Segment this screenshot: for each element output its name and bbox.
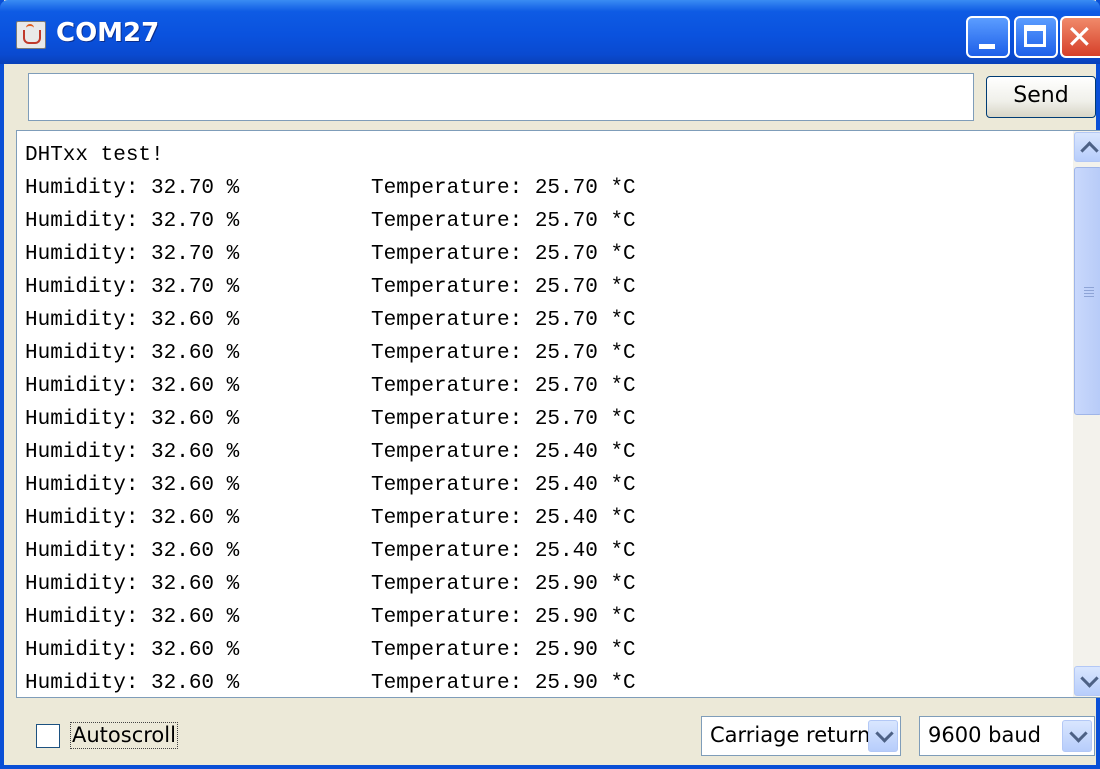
- humidity-reading: Humidity: 32.60 %: [25, 474, 240, 497]
- temperature-reading: Temperature: 25.70 *C: [371, 342, 636, 365]
- humidity-reading: Humidity: 32.60 %: [25, 672, 240, 695]
- serial-line: Humidity: 32.60 % Temperature: 25.90 *C: [25, 568, 1065, 601]
- humidity-reading: Humidity: 32.60 %: [25, 507, 240, 530]
- line-ending-value: Carriage return: [710, 723, 871, 747]
- baud-rate-select[interactable]: 9600 baud: [919, 716, 1095, 756]
- minimize-button[interactable]: [966, 16, 1010, 58]
- scroll-down-button[interactable]: [1074, 666, 1100, 696]
- serial-monitor-window: COM27 ✕ Send DHTxx test! Humidity: 32.70 …: [0, 0, 1100, 769]
- humidity-reading: Humidity: 32.60 %: [25, 342, 240, 365]
- serial-line: Humidity: 32.60 % Temperature: 25.70 *C: [25, 403, 1065, 436]
- humidity-reading: Humidity: 32.60 %: [25, 573, 240, 596]
- serial-line: Humidity: 32.60 % Temperature: 25.70 *C: [25, 304, 1065, 337]
- humidity-reading: Humidity: 32.70 %: [25, 210, 240, 233]
- humidity-reading: Humidity: 32.70 %: [25, 177, 240, 200]
- serial-line: Humidity: 32.60 % Temperature: 25.90 *C: [25, 634, 1065, 667]
- serial-line: Humidity: 32.70 % Temperature: 25.70 *C: [25, 205, 1065, 238]
- chevron-down-icon: [875, 724, 894, 743]
- java-cup-icon[interactable]: [16, 21, 46, 49]
- serial-line: Humidity: 32.60 % Temperature: 25.70 *C: [25, 370, 1065, 403]
- serial-line: Humidity: 32.60 % Temperature: 25.70 *C: [25, 337, 1065, 370]
- humidity-reading: Humidity: 32.70 %: [25, 243, 240, 266]
- line-ending-dropdown-button[interactable]: [868, 720, 898, 752]
- temperature-reading: Temperature: 25.70 *C: [371, 177, 636, 200]
- temperature-reading: Temperature: 25.70 *C: [371, 243, 636, 266]
- temperature-reading: Temperature: 25.70 *C: [371, 309, 636, 332]
- chevron-up-icon: [1080, 141, 1099, 160]
- line-ending-select[interactable]: Carriage return: [701, 716, 901, 756]
- baud-rate-dropdown-button[interactable]: [1062, 720, 1092, 752]
- minimize-icon: [979, 44, 995, 49]
- maximize-icon: [1024, 25, 1046, 47]
- serial-line: Humidity: 32.60 % Temperature: 25.40 *C: [25, 535, 1065, 568]
- humidity-reading: Humidity: 32.60 %: [25, 309, 240, 332]
- temperature-reading: Temperature: 25.70 *C: [371, 375, 636, 398]
- temperature-reading: Temperature: 25.40 *C: [371, 507, 636, 530]
- humidity-reading: Humidity: 32.60 %: [25, 441, 240, 464]
- serial-line: Humidity: 32.60 % Temperature: 25.90 *C: [25, 601, 1065, 634]
- window-title: COM27: [56, 18, 160, 48]
- serial-output-area[interactable]: DHTxx test! Humidity: 32.70 % Temperature:…: [16, 130, 1100, 698]
- serial-line: Humidity: 32.60 % Temperature: 25.40 *C: [25, 436, 1065, 469]
- close-icon: ✕: [1066, 18, 1093, 56]
- serial-line: Humidity: 32.70 % Temperature: 25.70 *C: [25, 172, 1065, 205]
- vertical-scrollbar[interactable]: [1073, 131, 1100, 697]
- autoscroll-checkbox[interactable]: [36, 724, 60, 748]
- serial-line: Humidity: 32.70 % Temperature: 25.70 *C: [25, 238, 1065, 271]
- serial-line: Humidity: 32.70 % Temperature: 25.70 *C: [25, 271, 1065, 304]
- temperature-reading: Temperature: 25.90 *C: [371, 606, 636, 629]
- scroll-up-button[interactable]: [1074, 132, 1100, 162]
- serial-line: Humidity: 32.60 % Temperature: 25.90 *C: [25, 667, 1065, 695]
- autoscroll-label[interactable]: Autoscroll: [70, 722, 178, 749]
- close-button[interactable]: ✕: [1060, 16, 1100, 58]
- temperature-reading: Temperature: 25.90 *C: [371, 573, 636, 596]
- maximize-button[interactable]: [1014, 16, 1058, 58]
- temperature-reading: Temperature: 25.70 *C: [371, 210, 636, 233]
- scroll-thumb[interactable]: [1074, 167, 1100, 415]
- send-button[interactable]: Send: [986, 76, 1096, 118]
- serial-output-text: DHTxx test! Humidity: 32.70 % Temperature:…: [25, 139, 1065, 695]
- humidity-reading: Humidity: 32.60 %: [25, 606, 240, 629]
- temperature-reading: Temperature: 25.40 *C: [371, 474, 636, 497]
- humidity-reading: Humidity: 32.60 %: [25, 408, 240, 431]
- humidity-reading: Humidity: 32.60 %: [25, 540, 240, 563]
- temperature-reading: Temperature: 25.70 *C: [371, 276, 636, 299]
- chevron-down-icon: [1069, 724, 1088, 743]
- chevron-down-icon: [1080, 669, 1099, 688]
- humidity-reading: Humidity: 32.70 %: [25, 276, 240, 299]
- temperature-reading: Temperature: 25.40 *C: [371, 540, 636, 563]
- temperature-reading: Temperature: 25.90 *C: [371, 639, 636, 662]
- serial-line: Humidity: 32.60 % Temperature: 25.40 *C: [25, 469, 1065, 502]
- temperature-reading: Temperature: 25.70 *C: [371, 408, 636, 431]
- serial-line: Humidity: 32.60 % Temperature: 25.40 *C: [25, 502, 1065, 535]
- serial-line: DHTxx test!: [25, 144, 164, 167]
- humidity-reading: Humidity: 32.60 %: [25, 639, 240, 662]
- send-input[interactable]: [28, 73, 974, 121]
- temperature-reading: Temperature: 25.90 *C: [371, 672, 636, 695]
- temperature-reading: Temperature: 25.40 *C: [371, 441, 636, 464]
- title-bar[interactable]: COM27 ✕: [0, 0, 1100, 64]
- humidity-reading: Humidity: 32.60 %: [25, 375, 240, 398]
- baud-rate-value: 9600 baud: [928, 723, 1041, 747]
